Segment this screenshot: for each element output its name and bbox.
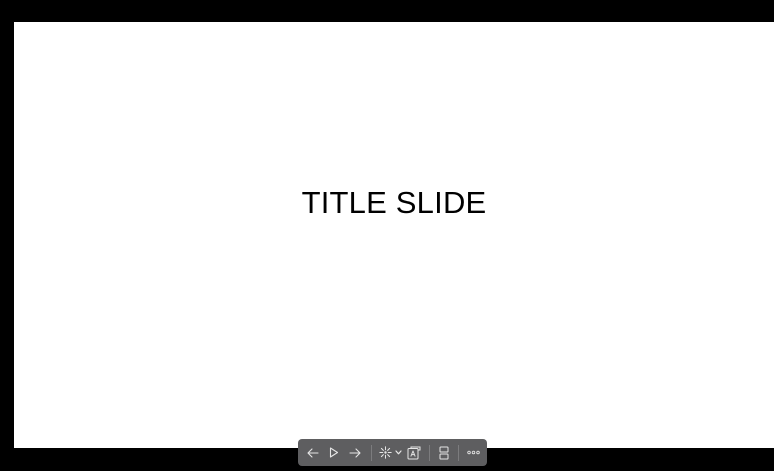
arrow-left-icon xyxy=(307,447,319,458)
laser-pointer-icon xyxy=(379,446,392,459)
slides-grid-icon xyxy=(439,446,449,459)
toolbar-divider xyxy=(457,444,459,461)
presentation-viewer: TITLE SLIDE xyxy=(0,0,774,471)
slide-title: TITLE SLIDE xyxy=(301,185,487,220)
presenter-toolbar xyxy=(298,439,487,466)
arrow-right-icon xyxy=(349,447,361,458)
next-slide-button[interactable] xyxy=(345,439,366,466)
toolbar-divider xyxy=(429,444,431,461)
slide-sorter-button[interactable] xyxy=(435,439,452,466)
subtitles-button[interactable] xyxy=(403,439,424,466)
toolbar-divider xyxy=(370,444,372,461)
play-triangle-icon xyxy=(329,447,338,458)
subtitle-icon xyxy=(407,446,421,459)
previous-slide-button[interactable] xyxy=(302,439,323,466)
current-slide[interactable]: TITLE SLIDE xyxy=(14,22,774,448)
more-dots-icon xyxy=(467,450,480,455)
play-button[interactable] xyxy=(323,439,344,466)
laser-pointer-button[interactable] xyxy=(377,439,394,466)
chevron-down-icon xyxy=(395,450,402,455)
pointer-options-dropdown[interactable] xyxy=(394,439,403,466)
more-options-button[interactable] xyxy=(464,439,483,466)
